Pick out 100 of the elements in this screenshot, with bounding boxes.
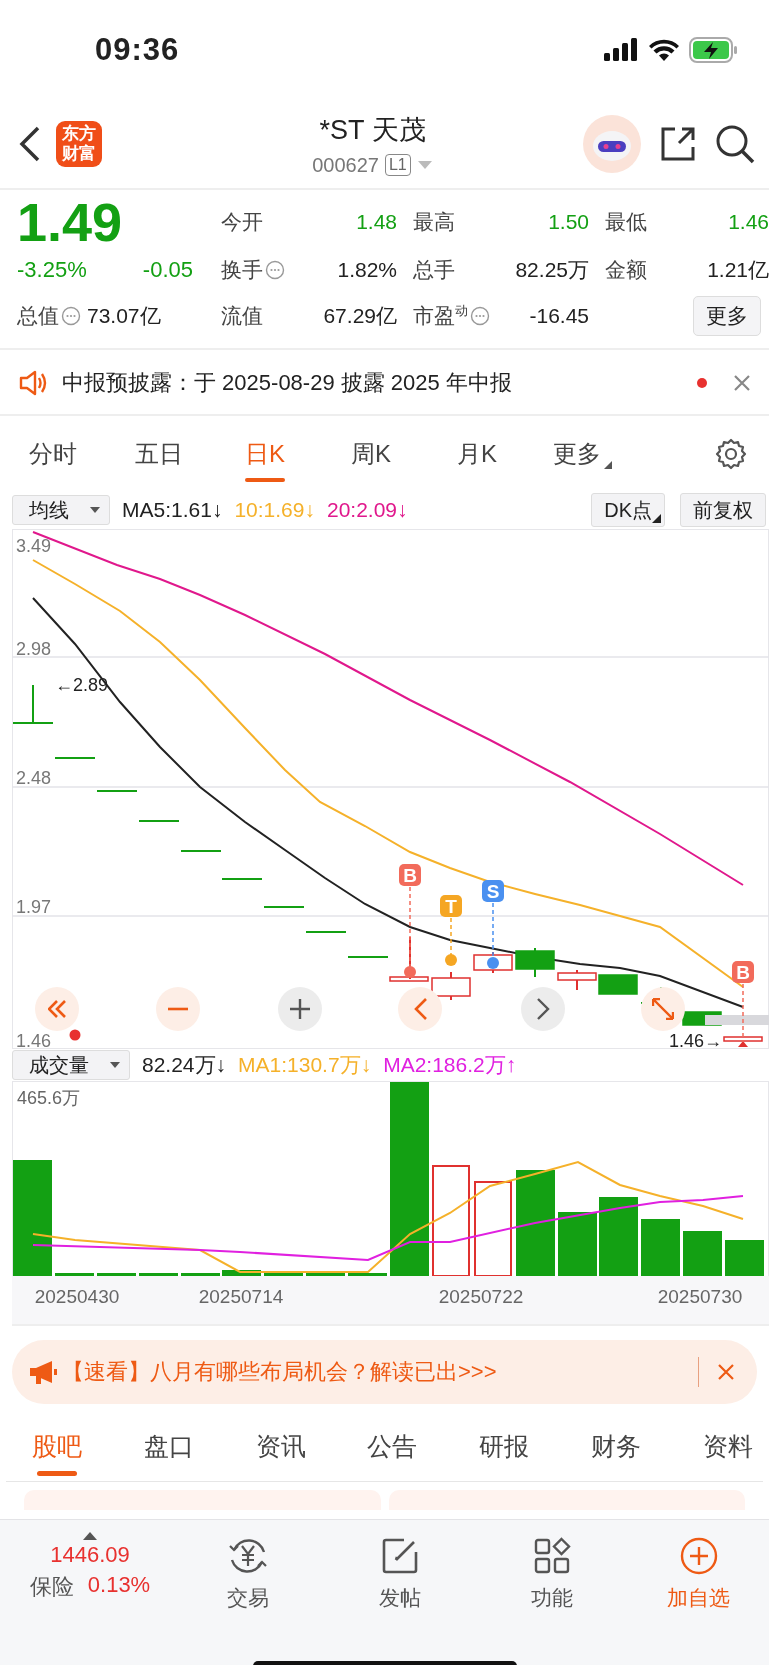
share-icon[interactable] (659, 125, 697, 163)
chart-control-button[interactable] (641, 987, 685, 1031)
stat-value: 1.48 (356, 210, 397, 234)
candlestick (515, 948, 555, 977)
indicator-reading: MA1:130.7万↓ (238, 1052, 372, 1078)
content-tab[interactable]: 资料 (676, 1412, 763, 1481)
candlestick (13, 685, 53, 724)
content-tab[interactable]: 财务 (565, 1412, 668, 1481)
info-icon[interactable] (265, 260, 285, 280)
stat-label: 流值 (221, 303, 263, 329)
content-tab[interactable]: 公告 (341, 1412, 444, 1481)
index-change: 0.13% (87, 1572, 151, 1599)
chart-control-button[interactable] (35, 987, 79, 1031)
nav-button[interactable]: 交易 (172, 1532, 324, 1612)
volume-bar (348, 1273, 387, 1276)
stat-value: 67.29亿 (323, 303, 397, 329)
candlestick (222, 878, 262, 880)
fast-back-icon (48, 999, 66, 1019)
stat-label: 今开 (221, 209, 263, 235)
wifi-icon (649, 38, 679, 62)
search-icon[interactable] (715, 124, 755, 164)
volume-axis-label: 465.6万 (17, 1088, 81, 1108)
content-tab[interactable]: 研报 (453, 1412, 556, 1481)
close-icon[interactable] (717, 1363, 735, 1381)
chevron-right-icon (536, 998, 550, 1020)
back-icon[interactable] (18, 126, 42, 162)
candlestick (306, 931, 346, 933)
stat-label: 市盈$^{动}$ (413, 302, 468, 329)
candlestick (181, 850, 221, 852)
stat-value: 1.82% (337, 258, 397, 282)
candlestick (557, 970, 597, 990)
stat-label: 总值 (17, 303, 59, 329)
chart-control-button[interactable] (398, 987, 442, 1031)
up-arrow-icon (83, 1532, 97, 1540)
stat-label: 总手 (413, 257, 455, 283)
price-axis-label: 1.46 (16, 1031, 52, 1049)
date-label: 20250722 (438, 1286, 524, 1308)
chart-option-button[interactable]: 前复权 (680, 493, 766, 527)
nav-button[interactable]: 发帖 (324, 1532, 476, 1612)
price-axis-label: 3.49 (16, 536, 52, 556)
notice-text[interactable]: 中报预披露：于 2025-08-29 披露 2025 年中报 (62, 368, 683, 398)
indicator-reading: 82.24万↓ (142, 1052, 227, 1078)
apps-icon (532, 1536, 572, 1576)
period-tab[interactable]: 五日 (106, 416, 212, 492)
app-logo: 东方财富 (56, 121, 102, 167)
more-button[interactable]: 更多 (693, 296, 761, 336)
period-tab[interactable]: 分时 (0, 416, 106, 492)
indicator-select[interactable]: 均线 (12, 495, 110, 525)
candlestick (598, 974, 638, 995)
indicator-reading: 10:1.69↓ (234, 498, 315, 522)
caret-icon (109, 1061, 121, 1069)
stat-value: 1.46 (728, 210, 769, 234)
index-value: 1446.09 (50, 1542, 130, 1568)
info-icon[interactable] (470, 306, 490, 326)
period-tab[interactable]: 月K (424, 416, 530, 492)
nav-button[interactable]: 功能 (476, 1532, 628, 1612)
candlestick (139, 820, 179, 822)
last-price: 1.49 (17, 196, 124, 248)
add-icon (678, 1536, 719, 1576)
indicator-select[interactable]: 成交量 (12, 1050, 130, 1080)
price-axis-label: 1.97 (16, 897, 52, 917)
stock-code: 000627 (312, 153, 379, 177)
candlestick (97, 790, 137, 792)
robot-icon[interactable] (583, 115, 641, 173)
volume-chart[interactable]: 465.6万 (12, 1081, 769, 1276)
info-icon[interactable] (61, 306, 81, 326)
volume-bar (558, 1212, 597, 1276)
battery-charging-icon (689, 37, 739, 63)
plus-icon (290, 999, 310, 1019)
corner-icon (652, 514, 661, 523)
close-icon[interactable] (733, 374, 751, 392)
change-amount: -0.05 (142, 257, 193, 283)
stat-value: 82.25万 (515, 257, 589, 283)
chart-option-button[interactable]: DK点 (591, 493, 665, 527)
chart-control-button[interactable] (521, 987, 565, 1031)
settings-icon[interactable] (715, 438, 747, 470)
clock-time: 09:36 (95, 32, 180, 68)
chevron-left-icon (413, 998, 427, 1020)
dropdown-icon (603, 460, 613, 470)
content-tab[interactable]: 盘口 (117, 1412, 220, 1481)
price-axis-label: 2.48 (16, 768, 52, 788)
content-tab[interactable]: 资讯 (229, 1412, 332, 1481)
indicator-reading: MA2:186.2万↑ (383, 1052, 517, 1078)
chart-control-button[interactable] (278, 987, 322, 1031)
period-tab[interactable]: 周K (318, 416, 424, 492)
speaker-icon (18, 369, 48, 397)
period-tab[interactable]: 更多 (530, 416, 636, 492)
change-percent: -3.25% (17, 257, 87, 283)
chart-control-button[interactable] (156, 987, 200, 1031)
minus-icon (168, 1007, 188, 1011)
expand-icon (652, 998, 674, 1020)
indicator-reading: 20:2.09↓ (326, 498, 408, 522)
low-price-label: 1.46→ (668, 1031, 722, 1049)
high-price-label: ←2.89 (55, 675, 109, 695)
candlestick-chart[interactable]: 3.49 2.98 2.48 1.97 1.46 B T S B ←2.89 1.46→ (12, 529, 769, 1049)
date-label: 20250430 (34, 1286, 120, 1308)
stat-label: 金额 (605, 257, 647, 283)
dropdown-icon[interactable] (416, 160, 433, 170)
price-axis-label: 2.98 (16, 639, 52, 659)
volume-bar (139, 1273, 178, 1276)
